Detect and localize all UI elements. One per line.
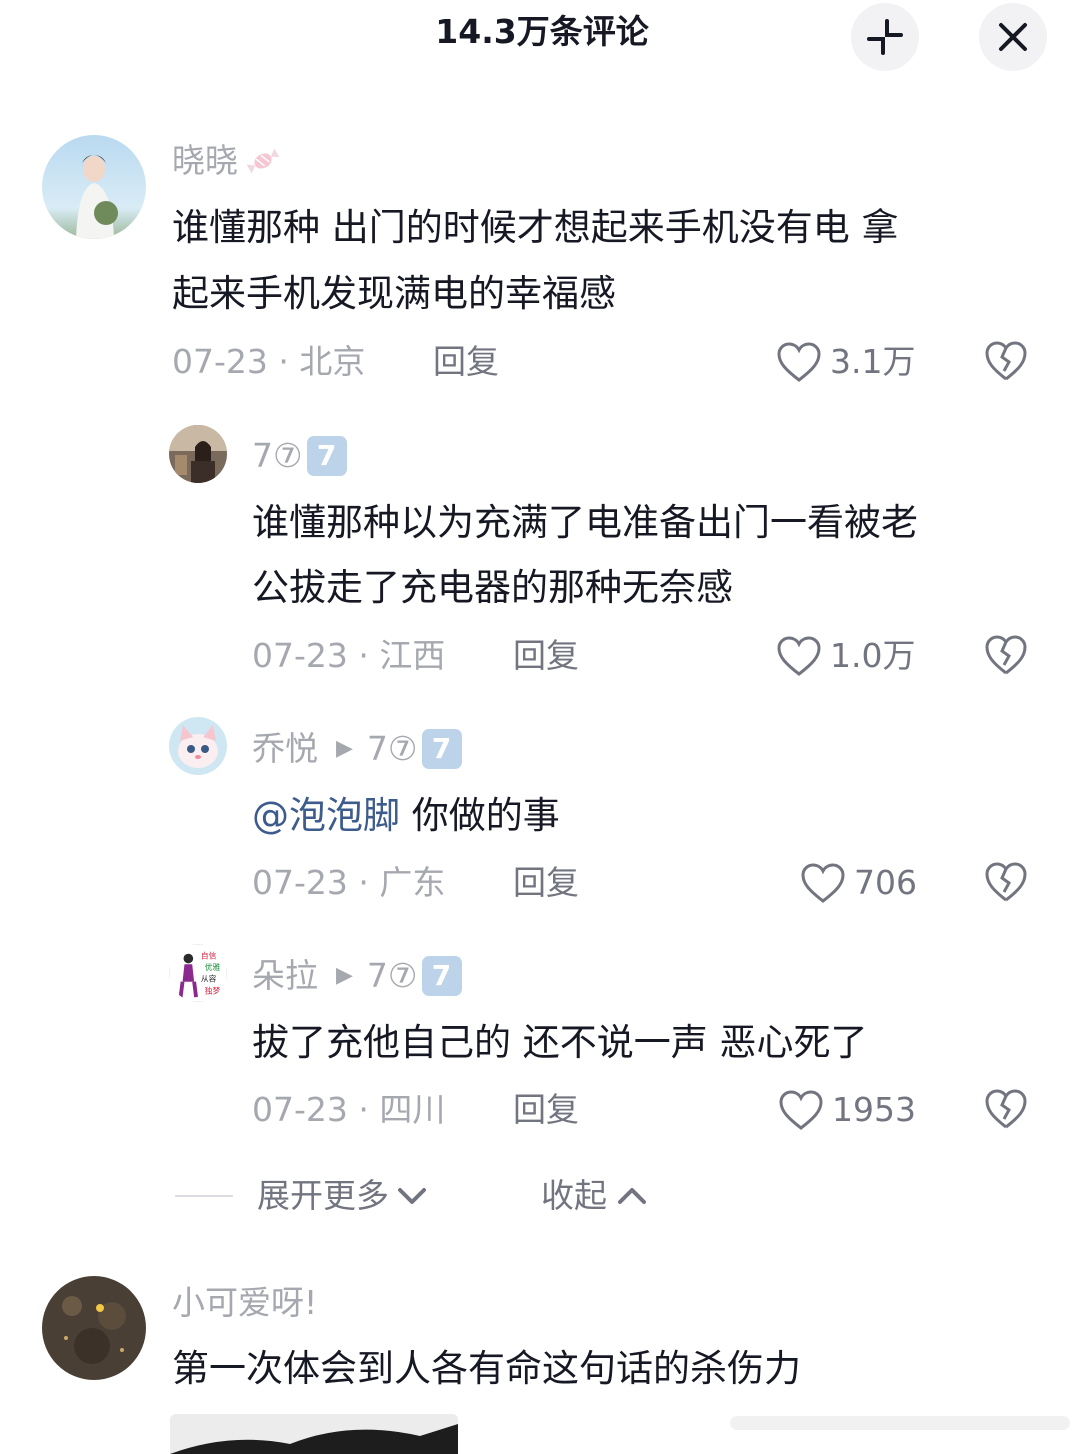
meta-separator: ·	[347, 863, 380, 902]
minimize-icon	[867, 19, 903, 55]
collapse-button[interactable]: 收起	[541, 1174, 649, 1218]
expand-divider	[175, 1195, 233, 1197]
collapse-label: 收起	[541, 1176, 607, 1215]
candy-icon	[246, 148, 280, 174]
username[interactable]: 7⑦ 7	[252, 434, 347, 478]
close-icon	[999, 23, 1027, 51]
comment-text: 你做的事	[400, 794, 560, 837]
avatar[interactable]	[42, 1276, 146, 1380]
username-text[interactable]: 乔悦	[252, 727, 318, 771]
dislike-button[interactable]	[984, 340, 1028, 382]
comment-meta: 07-23 · 江西	[252, 634, 445, 678]
comment-text-line: 谁懂那种以为充满了电准备出门一看被老	[252, 501, 918, 544]
username[interactable]: 朵拉 ▶ 7⑦ 7	[252, 954, 462, 998]
heart-icon	[779, 1090, 823, 1130]
close-button[interactable]	[979, 3, 1047, 71]
reply-to-username[interactable]: 7⑦	[367, 954, 418, 998]
username-text[interactable]: 朵拉	[252, 954, 318, 998]
like-count: 1.0万	[830, 636, 916, 675]
like-button[interactable]: 1953	[778, 1088, 916, 1132]
like-count: 3.1万	[830, 342, 916, 381]
meta-separator: ·	[347, 636, 380, 675]
username-text[interactable]: 7⑦	[252, 434, 303, 478]
comment-meta: 07-23 · 北京	[172, 340, 365, 384]
heart-icon	[777, 342, 821, 382]
comment-date: 07-23	[172, 342, 268, 381]
comment-date: 07-23	[252, 636, 348, 675]
comment-location: 四川	[379, 1090, 446, 1129]
comment-location: 江西	[379, 636, 446, 675]
fan-level-badge: 7	[421, 956, 462, 996]
reply-button[interactable]: 回复	[433, 340, 499, 384]
comment-meta: 07-23 · 广东	[252, 861, 445, 905]
reply-button[interactable]: 回复	[513, 861, 579, 905]
comment-location: 广东	[379, 863, 446, 902]
comment-text-line: @泡泡脚 你做的事	[252, 784, 560, 848]
mention-link[interactable]: @泡泡脚	[252, 794, 400, 837]
comment-text-line: 公拔走了充电器的那种无奈感	[252, 566, 733, 609]
avatar-text: 自信	[201, 951, 217, 961]
reply-button[interactable]: 回复	[513, 634, 579, 678]
avatar-text: 优雅	[205, 962, 221, 972]
like-button[interactable]: 706	[800, 861, 917, 905]
avatar[interactable]: 自信 优雅 从容 独梦	[169, 944, 227, 1002]
chevron-down-icon	[398, 1188, 426, 1204]
username[interactable]: 晓晓	[172, 139, 282, 183]
watermark	[730, 1416, 1070, 1430]
comment-location: 北京	[299, 342, 366, 381]
comment-text-line: 拔了充他自己的 还不说一声 恶心死了	[252, 1021, 868, 1064]
comment-meta: 07-23 · 四川	[252, 1088, 445, 1132]
fan-level-badge: 7	[421, 729, 462, 769]
username[interactable]: 小可爱呀!	[172, 1281, 317, 1325]
avatar-text: 独梦	[205, 985, 221, 995]
comments-count-title: 14.3万条评论	[435, 12, 649, 51]
heart-icon	[777, 636, 821, 676]
reply-arrow-icon: ▶	[336, 963, 353, 988]
comment-date: 07-23	[252, 863, 348, 902]
username-text[interactable]: 晓晓	[172, 139, 238, 183]
dislike-button[interactable]	[984, 1088, 1028, 1130]
comment-image[interactable]	[170, 1414, 458, 1454]
comment-text-line: 第一次体会到人各有命这句话的杀伤力	[172, 1347, 801, 1390]
avatar[interactable]	[169, 425, 227, 483]
heart-icon	[801, 863, 845, 903]
reply-button[interactable]: 回复	[513, 1088, 579, 1132]
reply-arrow-icon: ▶	[336, 736, 353, 761]
comment-text-line: 谁懂那种 出门的时候才想起来手机没有电 拿	[172, 206, 899, 249]
like-button[interactable]: 3.1万	[776, 340, 915, 384]
expand-more-label: 展开更多	[257, 1176, 389, 1215]
username-text[interactable]: 小可爱呀!	[172, 1281, 317, 1325]
avatar-text: 从容	[201, 974, 217, 984]
like-button[interactable]: 1.0万	[776, 634, 915, 678]
expand-more-button[interactable]: 展开更多	[257, 1174, 429, 1218]
avatar[interactable]	[42, 135, 146, 239]
dislike-button[interactable]	[984, 634, 1028, 676]
minimize-button[interactable]	[851, 3, 919, 71]
avatar[interactable]	[169, 717, 227, 775]
like-count: 1953	[832, 1090, 916, 1129]
comment-date: 07-23	[252, 1090, 348, 1129]
like-count: 706	[854, 863, 917, 902]
meta-separator: ·	[347, 1090, 380, 1129]
username[interactable]: 乔悦 ▶ 7⑦ 7	[252, 727, 462, 771]
chevron-up-icon	[618, 1188, 646, 1204]
meta-separator: ·	[267, 342, 300, 381]
reply-to-username[interactable]: 7⑦	[367, 727, 418, 771]
fan-level-badge: 7	[306, 436, 347, 476]
dislike-button[interactable]	[984, 861, 1028, 903]
comment-text-line: 起来手机发现满电的幸福感	[172, 272, 616, 315]
